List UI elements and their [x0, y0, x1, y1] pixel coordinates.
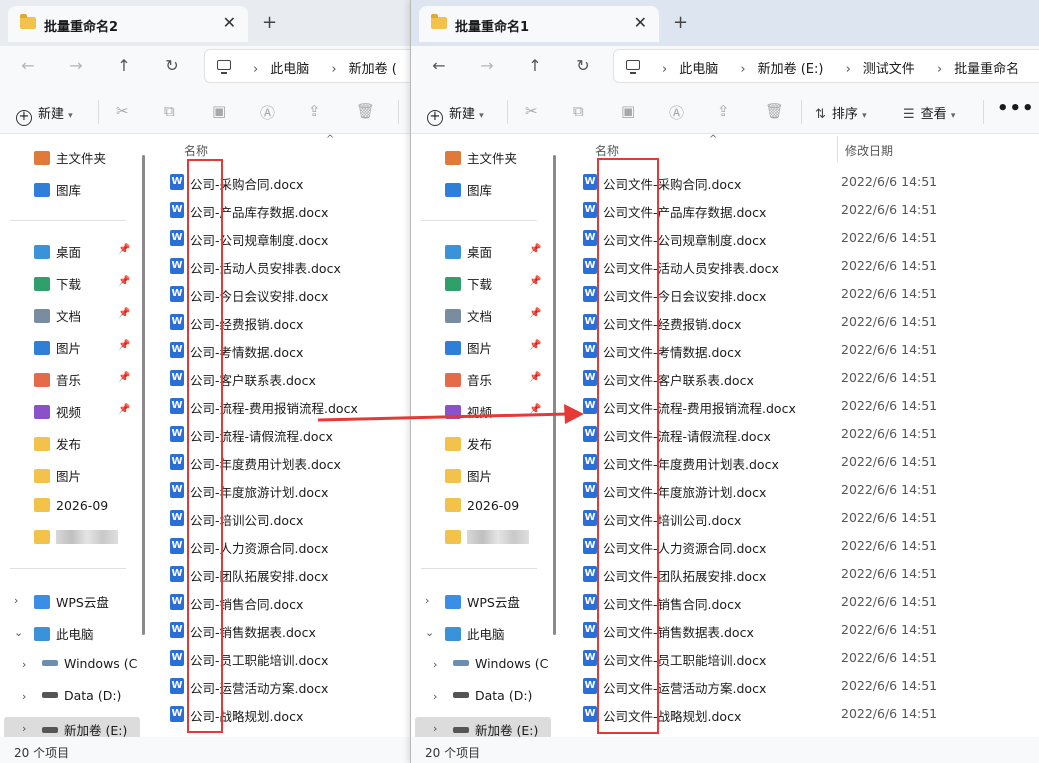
- arrow-annotation: [317, 404, 584, 424]
